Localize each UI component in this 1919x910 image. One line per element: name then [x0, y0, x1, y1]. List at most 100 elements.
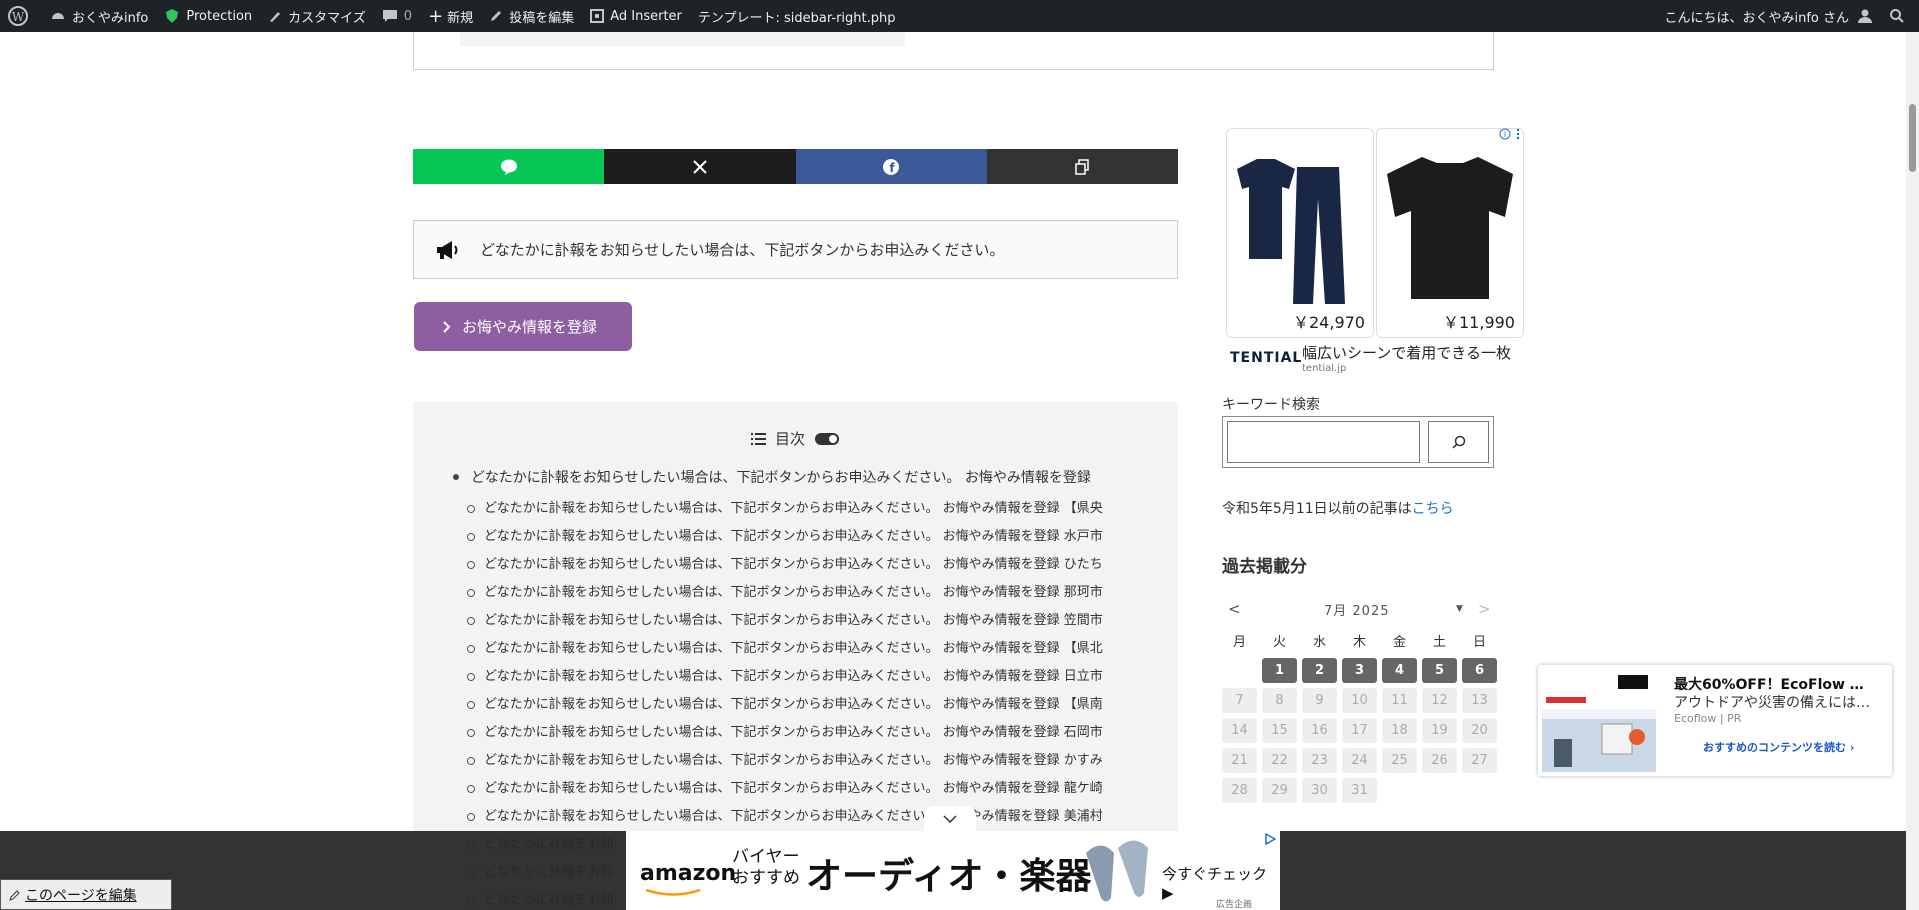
search-icon [1451, 435, 1465, 449]
calendar-day: 7 [1222, 688, 1257, 713]
user-avatar-icon [1858, 9, 1872, 23]
svg-text:i: i [1504, 130, 1506, 139]
toc-item[interactable]: どなたかに訃報をお知らせしたい場合は、下記ボタンからお申込みください。 お悔やみ… [467, 691, 1153, 719]
toc-item[interactable]: どなたかに訃報をお知らせしたい場合は、下記ボタンからお申込みください。 お悔やみ… [467, 803, 1153, 831]
product-pants-set[interactable]: ￥24,970 [1226, 128, 1374, 338]
admin-account[interactable]: こんにちは、おくやみinfo さん [1656, 0, 1881, 32]
calendar-day: 16 [1302, 718, 1337, 743]
share-x-button[interactable] [604, 149, 796, 184]
calendar-weekday: 水 [1312, 635, 1326, 650]
dashboard-icon [52, 13, 64, 19]
calendar-day-link[interactable]: 2 [1302, 658, 1337, 683]
sidebar-ad[interactable]: ￥24,970 ￥11,990 i TENTIAL 幅広いシーンで着用できる一枚… [1224, 128, 1524, 374]
calendar-day: 22 [1262, 748, 1297, 773]
ecoflow-ad-title: 最大60%OFF！EcoFlow … [1674, 677, 1864, 693]
amazon-ad-banner[interactable]: amazon バイヤー おすすめ オーディオ・楽器 今すぐチェック ▶ 広告企画 [626, 831, 1280, 910]
edit-post-label: 投稿を編集 [509, 10, 575, 26]
amazon-logo: amazon [640, 861, 737, 886]
toc-item[interactable]: どなたかに訃報をお知らせしたい場合は、下記ボタンからお申込みください。 お悔やみ… [467, 775, 1153, 803]
calendar-weekday: 日 [1472, 635, 1486, 650]
share-facebook-button[interactable]: f [795, 149, 987, 184]
calendar-day: 17 [1342, 718, 1377, 743]
calendar-weekday: 土 [1432, 635, 1446, 650]
buyer-line-1: バイヤー [732, 847, 800, 867]
svg-text:f: f [890, 161, 896, 175]
admin-comments[interactable]: 0 [374, 0, 420, 32]
calendar-day: 25 [1382, 748, 1417, 773]
calendar-day-link[interactable]: 4 [1382, 658, 1417, 683]
calendar-day-link[interactable]: 1 [1262, 658, 1297, 683]
toc-item[interactable]: どなたかに訃報をお知らせしたい場合は、下記ボタンからお申込みください。 お悔やみ… [467, 635, 1153, 663]
register-button-label: お悔やみ情報を登録 [462, 318, 598, 336]
old-posts-link[interactable]: こちら [1412, 501, 1454, 517]
toc-item[interactable]: どなたかに訃報をお知らせしたい場合は、下記ボタンからお申込みください。 お悔やみ… [467, 495, 1153, 523]
calendar-day-link[interactable]: 5 [1422, 658, 1457, 683]
search-input[interactable] [1227, 421, 1420, 463]
adchoices-icon[interactable] [1264, 833, 1276, 845]
toc-item[interactable]: どなたかに訃報をお知らせしたい場合は、下記ボタンからお申込みください。 お悔やみ… [467, 663, 1153, 691]
calendar-day: 18 [1382, 718, 1417, 743]
search-button[interactable] [1428, 421, 1489, 463]
toc-item[interactable]: どなたかに訃報をお知らせしたい場合は、下記ボタンからお申込みください。 お悔やみ… [467, 523, 1153, 551]
admin-customize[interactable]: カスタマイズ [260, 0, 374, 32]
calendar-day-link[interactable]: 6 [1462, 658, 1497, 683]
price-2: ￥11,990 [1443, 313, 1515, 332]
calendar-day-link[interactable]: 3 [1342, 658, 1377, 683]
toc-item[interactable]: どなたかに訃報をお知らせしたい場合は、下記ボタンからお申込みください。 お悔やみ… [467, 719, 1153, 747]
calendar-day: 8 [1262, 688, 1297, 713]
calendar-weekday: 木 [1352, 635, 1366, 650]
ad-headline[interactable]: 幅広いシーンで着用できる一枚 [1302, 342, 1511, 363]
admin-protection[interactable]: Protection [156, 0, 260, 32]
svg-text:W: W [12, 10, 25, 24]
calendar-day: 20 [1462, 718, 1497, 743]
calendar-next-button[interactable]: > [1478, 600, 1491, 618]
toc-item[interactable]: どなたかに訃報をお知らせしたい場合は、下記ボタンからお申込みください。 お悔やみ… [467, 579, 1153, 607]
calendar-day: 15 [1262, 718, 1297, 743]
toc-item[interactable]: どなたかに訃報をお知らせしたい場合は、下記ボタンからお申込みください。 お悔やみ… [467, 607, 1153, 635]
toc-toggle[interactable] [815, 432, 840, 445]
calendar-day: 26 [1422, 748, 1457, 773]
product-tshirt[interactable]: ￥11,990 [1376, 128, 1524, 338]
page-scrollbar[interactable] [1906, 32, 1919, 910]
calendar-prev-button[interactable]: < [1228, 600, 1241, 618]
share-copy-button[interactable] [986, 149, 1178, 184]
calendar-day: 13 [1462, 688, 1497, 713]
ad-brand-logo: TENTIAL [1230, 350, 1303, 366]
toc-item[interactable]: どなたかに訃報をお知らせしたい場合は、下記ボタンからお申込みください。 お悔やみ… [467, 551, 1153, 579]
ad-info-icon[interactable]: i [1499, 128, 1523, 140]
wordpress-logo-icon[interactable]: W [0, 0, 42, 32]
buyer-line-2: おすすめ [732, 868, 800, 888]
search-form [1222, 416, 1494, 468]
calendar-weekday: 月 [1232, 635, 1246, 650]
ecoflow-ad[interactable]: 最大60%OFF！EcoFlow … アウトドアや災害の備えには… Ecoflo… [1538, 665, 1892, 776]
site-name-label: おくやみinfo [72, 10, 149, 26]
amazon-ad-note: 広告企画 [1216, 900, 1253, 910]
admin-edit-post[interactable]: 投稿を編集 [481, 0, 582, 32]
calendar-dropdown-icon[interactable]: ▼ [1456, 604, 1463, 614]
grid-icon [590, 9, 605, 23]
edit-page-link[interactable]: このページを編集 [0, 879, 172, 910]
plus-icon: + [428, 5, 444, 27]
chevron-down-icon [943, 814, 957, 823]
copy-icon [1075, 158, 1090, 175]
calendar-weekday: 金 [1392, 635, 1406, 650]
admin-template[interactable]: テンプレート: sidebar-right.php [690, 0, 904, 32]
ecoflow-ad-cta[interactable]: おすすめのコンテンツを読む › [1703, 739, 1854, 755]
calendar-month[interactable]: 7月 2025 [1324, 600, 1390, 619]
anchor-ad-collapse-button[interactable] [924, 806, 976, 831]
register-condolence-button[interactable]: お悔やみ情報を登録 [414, 302, 632, 351]
toc-item[interactable]: どなたかに訃報をお知らせしたい場合は、下記ボタンからお申込みください。 お悔やみ… [467, 747, 1153, 775]
admin-bar: W おくやみinfo Protection カスタマイズ 0 + 新規 投稿を編… [0, 0, 1919, 32]
template-label: テンプレート: sidebar-right.php [697, 10, 896, 26]
admin-site-name[interactable]: おくやみinfo [42, 0, 156, 32]
calendar-day: 19 [1422, 718, 1457, 743]
brush-icon [270, 12, 281, 22]
toc-item-top[interactable]: どなたかに訃報をお知らせしたい場合は、下記ボタンからお申込みください。 お悔やみ… [453, 467, 1153, 487]
admin-search[interactable] [1881, 0, 1919, 32]
share-line-button[interactable] [413, 149, 605, 184]
admin-ad-inserter[interactable]: Ad Inserter [582, 0, 690, 32]
previous-content-image [460, 32, 905, 46]
facebook-icon: f [883, 158, 900, 175]
admin-new[interactable]: + 新規 [420, 0, 481, 32]
scrollbar-thumb[interactable] [1909, 104, 1916, 172]
